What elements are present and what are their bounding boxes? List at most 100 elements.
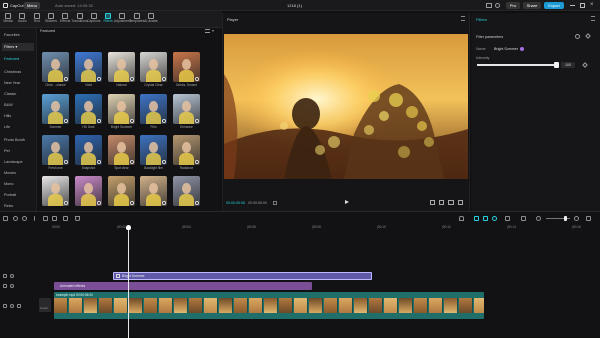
filter-thumbnail[interactable]: [173, 52, 200, 82]
sidebar-item[interactable]: Hills: [2, 112, 34, 120]
filter-thumbnail[interactable]: [42, 135, 69, 165]
pro-button[interactable]: Pro: [506, 2, 520, 9]
auto-snap-icon[interactable]: [483, 216, 488, 221]
fit-timeline-icon[interactable]: [586, 216, 591, 221]
fullscreen-icon[interactable]: [458, 200, 463, 205]
redo-icon[interactable]: [22, 216, 27, 221]
tab-filters[interactable]: Filters: [102, 12, 114, 27]
download-icon[interactable]: [97, 160, 101, 164]
sidebar-item[interactable]: Featured: [2, 55, 34, 63]
cover-button[interactable]: Cover: [39, 298, 51, 312]
filter-thumbnail[interactable]: [173, 94, 200, 124]
filter-thumbnail[interactable]: [173, 176, 200, 206]
tab-templates[interactable]: Templates: [129, 12, 144, 27]
list-view-icon[interactable]: [205, 29, 210, 33]
ratio-icon[interactable]: [448, 200, 454, 205]
filter-thumbnail[interactable]: [140, 94, 167, 124]
filter-track-lock-icon[interactable]: [3, 274, 7, 278]
download-icon[interactable]: [195, 201, 199, 205]
filter-thumbnail[interactable]: [42, 52, 69, 82]
sidebar-item[interactable]: Mono: [2, 180, 34, 188]
tab-stickers[interactable]: Stickers: [45, 12, 57, 27]
mark-icon[interactable]: [75, 216, 80, 221]
frame-icon[interactable]: [273, 201, 277, 205]
zoom-in-icon[interactable]: [574, 216, 579, 221]
filter-thumbnail[interactable]: [140, 176, 167, 206]
effect-track-lock-icon[interactable]: [3, 284, 7, 288]
download-icon[interactable]: [162, 160, 166, 164]
download-icon[interactable]: [64, 201, 68, 205]
sidebar-item[interactable]: Movies: [2, 169, 34, 177]
main-track-visibility-icon[interactable]: [10, 304, 14, 308]
timeline-ruler[interactable]: 00:00 |00:02 |00:04 |00:06 |00:08 |00:10 |00:1…: [38, 225, 600, 233]
main-track-magnet-icon[interactable]: [474, 216, 479, 221]
download-icon[interactable]: [64, 160, 68, 164]
share-button[interactable]: Share: [523, 2, 541, 9]
filter-thumbnail[interactable]: [42, 176, 69, 206]
sidebar-item[interactable]: Favorites: [2, 31, 34, 39]
minimize-icon[interactable]: [570, 5, 575, 6]
filter-thumbnail[interactable]: [108, 176, 135, 206]
tab-transitions[interactable]: Transitions: [71, 12, 88, 27]
player-menu-icon[interactable]: [461, 16, 465, 21]
download-icon[interactable]: [97, 77, 101, 81]
download-icon[interactable]: [130, 201, 134, 205]
crop-icon[interactable]: [430, 200, 435, 205]
filter-thumbnail[interactable]: [173, 135, 200, 165]
filter-thumbnail[interactable]: [75, 176, 102, 206]
sidebar-item[interactable]: Christmas: [2, 68, 34, 76]
filter-clip[interactable]: Bright Summer: [113, 272, 372, 280]
undo-icon[interactable]: [13, 216, 18, 221]
zoom-icon[interactable]: [439, 200, 444, 205]
download-icon[interactable]: [130, 160, 134, 164]
tab-text[interactable]: Text: [31, 12, 43, 27]
maximize-icon[interactable]: [580, 3, 585, 8]
sidebar-item[interactable]: Classic: [2, 90, 34, 98]
microphone-icon[interactable]: [459, 216, 464, 221]
filter-thumbnail[interactable]: [42, 94, 69, 124]
tab-ai-avatar[interactable]: AI avatar: [144, 12, 158, 27]
sidebar-item[interactable]: Retro: [2, 202, 34, 210]
sidebar-item[interactable]: Filters ▾: [2, 43, 34, 51]
subtitle-icon[interactable]: [521, 216, 526, 221]
filter-thumbnail[interactable]: [75, 52, 102, 82]
sidebar-item[interactable]: B&W: [2, 101, 34, 109]
preview-axis-icon[interactable]: [505, 216, 510, 221]
delete-icon[interactable]: [63, 216, 68, 221]
chevron-down-icon[interactable]: ▾: [212, 28, 214, 33]
tab-captions[interactable]: Captions: [87, 12, 100, 27]
intensity-keyframe-icon[interactable]: [582, 62, 588, 68]
intensity-slider[interactable]: [477, 62, 559, 68]
download-icon[interactable]: [162, 77, 166, 81]
play-button-icon[interactable]: [345, 200, 349, 204]
intensity-slider-handle[interactable]: [554, 62, 559, 68]
sidebar-item[interactable]: Portrait: [2, 191, 34, 199]
filter-thumbnail[interactable]: [140, 135, 167, 165]
reset-icon[interactable]: [575, 34, 580, 39]
select-tool-icon[interactable]: [3, 216, 8, 221]
effect-track-visibility-icon[interactable]: [10, 284, 14, 288]
download-icon[interactable]: [64, 119, 68, 123]
filter-thumbnail[interactable]: [75, 94, 102, 124]
keyframe-icon[interactable]: [585, 33, 591, 39]
download-icon[interactable]: [97, 119, 101, 123]
filter-thumbnail[interactable]: [75, 135, 102, 165]
playhead-handle[interactable]: [126, 225, 131, 230]
download-icon[interactable]: [162, 201, 166, 205]
tab-effects[interactable]: Effects: [59, 12, 71, 27]
filter-thumbnail[interactable]: [140, 52, 167, 82]
settings-icon[interactable]: [495, 3, 500, 8]
effect-clip[interactable]: Animated effects: [54, 282, 312, 290]
timeline-zoom-handle[interactable]: [564, 216, 567, 221]
tab-media[interactable]: Media: [2, 12, 14, 27]
tab-audio[interactable]: Audio: [16, 12, 28, 27]
sidebar-item[interactable]: Pet: [2, 147, 34, 155]
zoom-out-icon[interactable]: [536, 216, 541, 221]
menu-button[interactable]: Menu: [24, 2, 40, 9]
download-icon[interactable]: [64, 77, 68, 81]
export-button[interactable]: Export: [544, 2, 564, 9]
download-icon[interactable]: [195, 160, 199, 164]
filter-thumbnail[interactable]: [108, 135, 135, 165]
split-left-icon[interactable]: [43, 216, 48, 221]
sidebar-item[interactable]: New Year: [2, 79, 34, 87]
